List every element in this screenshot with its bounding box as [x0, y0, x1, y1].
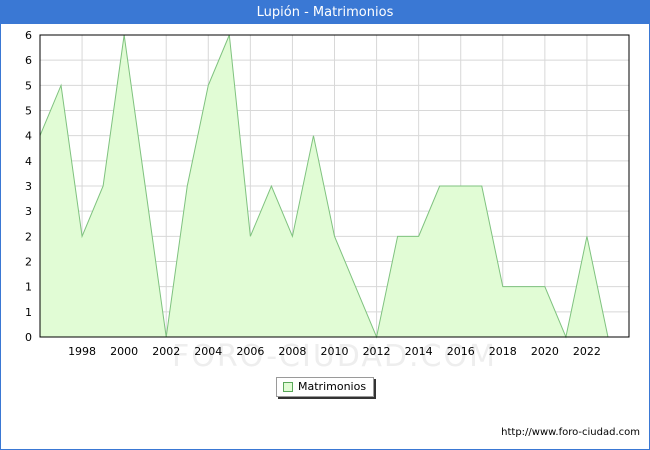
x-tick-label: 2016: [447, 345, 475, 358]
x-tick-label: 2000: [110, 345, 138, 358]
x-tick-label: 2022: [573, 345, 601, 358]
data-point: [144, 185, 146, 187]
y-tick-label: 6: [25, 54, 32, 67]
legend: Matrimonios: [276, 377, 374, 397]
y-tick-label: 2: [25, 230, 32, 243]
y-tick-label: 3: [25, 180, 32, 193]
y-tick-label: 5: [25, 105, 32, 118]
data-point: [502, 285, 504, 287]
x-tick-label: 2008: [278, 345, 306, 358]
data-point: [396, 235, 398, 237]
x-tick-label: 2010: [321, 345, 349, 358]
data-point: [207, 84, 209, 86]
data-point: [417, 235, 419, 237]
data-point: [291, 235, 293, 237]
data-point: [81, 235, 83, 237]
legend-label-matrimonios: Matrimonios: [298, 380, 367, 393]
data-point: [354, 285, 356, 287]
data-point: [460, 185, 462, 187]
data-point: [438, 185, 440, 187]
y-tick-label: 4: [25, 155, 32, 168]
data-point: [249, 235, 251, 237]
x-tick-label: 2002: [152, 345, 180, 358]
data-point: [312, 134, 314, 136]
x-tick-label: 2006: [236, 345, 264, 358]
y-tick-label: 0: [25, 331, 32, 344]
data-point: [333, 235, 335, 237]
y-tick-label: 2: [25, 256, 32, 269]
data-point: [102, 185, 104, 187]
x-tick-label: 2014: [405, 345, 433, 358]
legend-swatch-matrimonios: [283, 382, 293, 392]
y-tick-label: 1: [25, 281, 32, 294]
y-tick-label: 5: [25, 79, 32, 92]
x-tick-label: 1998: [68, 345, 96, 358]
data-point: [523, 285, 525, 287]
y-tick-label: 6: [25, 29, 32, 42]
data-point: [186, 185, 188, 187]
y-tick-label: 3: [25, 205, 32, 218]
data-point: [60, 84, 62, 86]
x-tick-label: 2004: [194, 345, 222, 358]
data-point: [544, 285, 546, 287]
x-tick-label: 2018: [489, 345, 517, 358]
y-tick-label: 4: [25, 130, 32, 143]
data-point: [270, 185, 272, 187]
x-tick-label: 2020: [531, 345, 559, 358]
x-tick-label: 2012: [363, 345, 391, 358]
source-url: http://www.foro-ciudad.com: [501, 427, 640, 438]
data-point: [586, 235, 588, 237]
y-tick-label: 1: [25, 306, 32, 319]
data-point: [481, 185, 483, 187]
